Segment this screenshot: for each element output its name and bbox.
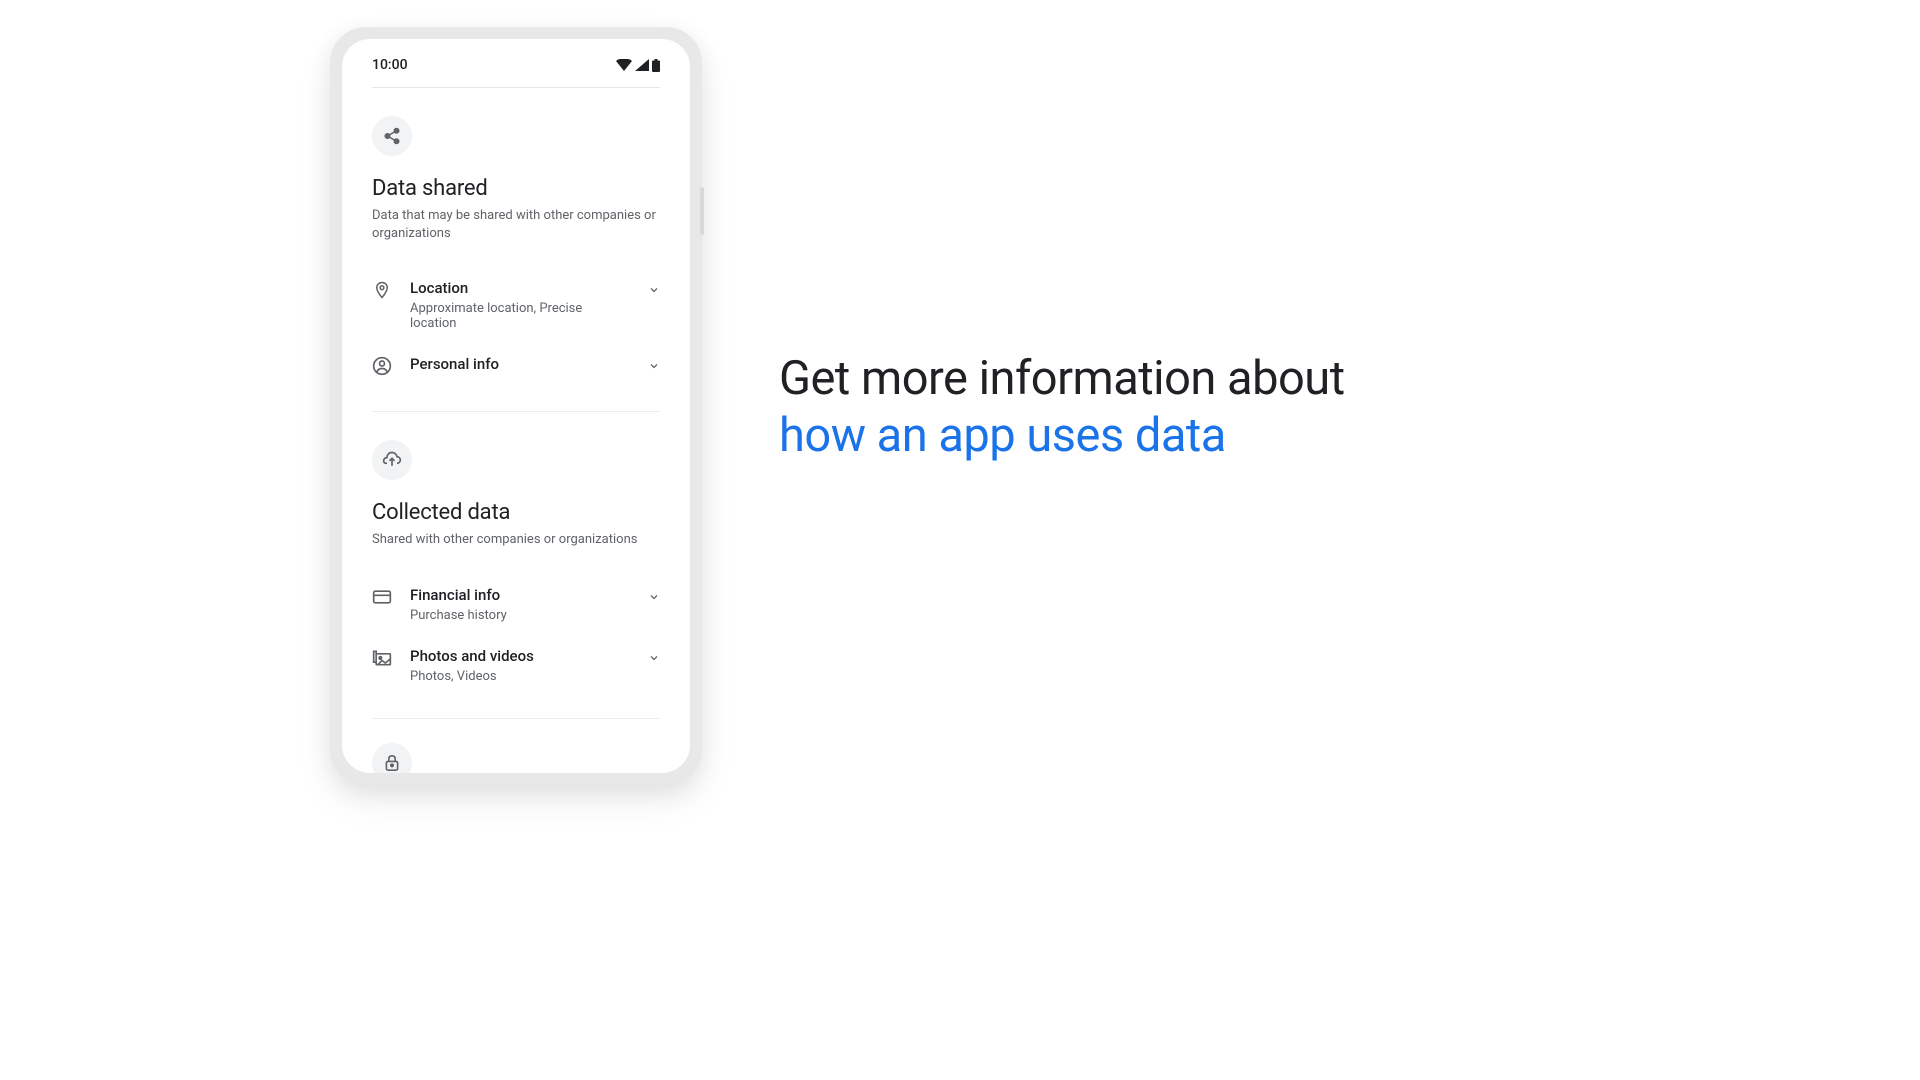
share-icon — [383, 127, 401, 145]
signal-icon — [635, 59, 649, 71]
wifi-icon — [616, 59, 632, 71]
chevron-down-icon — [648, 588, 660, 607]
phone-side-button — [700, 187, 704, 235]
data-shared-section: Data shared Data that may be shared with… — [372, 88, 660, 412]
financial-info-title: Financial info — [410, 586, 630, 604]
collected-data-section: Collected data Shared with other compani… — [372, 412, 660, 718]
personal-info-title: Personal info — [410, 355, 630, 373]
person-icon — [372, 356, 392, 376]
headline-line2: how an app uses data — [779, 408, 1226, 463]
collected-data-title: Collected data — [372, 500, 660, 525]
headline-line1: Get more information about — [779, 351, 1345, 406]
financial-info-subtitle: Purchase history — [410, 608, 630, 623]
phone-screen: 10:00 — [342, 39, 690, 773]
photos-videos-title: Photos and videos — [410, 647, 630, 665]
share-icon-wrap — [372, 116, 412, 156]
data-shared-title: Data shared — [372, 176, 660, 201]
media-icon — [372, 648, 392, 668]
bottom-section — [372, 719, 660, 773]
financial-info-content: Financial info Purchase history — [410, 586, 630, 623]
lock-icon — [384, 754, 400, 772]
lock-icon-wrap — [372, 743, 412, 773]
status-time: 10:00 — [372, 57, 408, 73]
photos-videos-subtitle: Photos, Videos — [410, 669, 630, 684]
location-icon — [372, 280, 392, 300]
financial-info-row[interactable]: Financial info Purchase history — [372, 574, 660, 635]
photos-videos-content: Photos and videos Photos, Videos — [410, 647, 630, 684]
chevron-down-icon — [648, 281, 660, 300]
chevron-down-icon — [648, 649, 660, 668]
location-row[interactable]: Location Approximate location, Precise l… — [372, 267, 660, 343]
data-shared-subtitle: Data that may be shared with other compa… — [372, 207, 660, 243]
photos-videos-row[interactable]: Photos and videos Photos, Videos — [372, 635, 660, 696]
location-title: Location — [410, 279, 630, 297]
battery-icon — [652, 59, 660, 72]
phone-frame: 10:00 — [330, 27, 702, 785]
chevron-down-icon — [648, 357, 660, 376]
status-icons — [616, 59, 660, 72]
location-content: Location Approximate location, Precise l… — [410, 279, 630, 331]
headline: Get more information about how an app us… — [779, 350, 1345, 465]
status-bar: 10:00 — [372, 39, 660, 88]
collected-data-subtitle: Shared with other companies or organizat… — [372, 531, 660, 549]
personal-info-row[interactable]: Personal info — [372, 343, 660, 389]
cloud-icon-wrap — [372, 440, 412, 480]
credit-card-icon — [372, 587, 392, 607]
personal-info-content: Personal info — [410, 355, 630, 377]
cloud-upload-icon — [382, 451, 402, 469]
location-subtitle: Approximate location, Precise location — [410, 301, 630, 331]
